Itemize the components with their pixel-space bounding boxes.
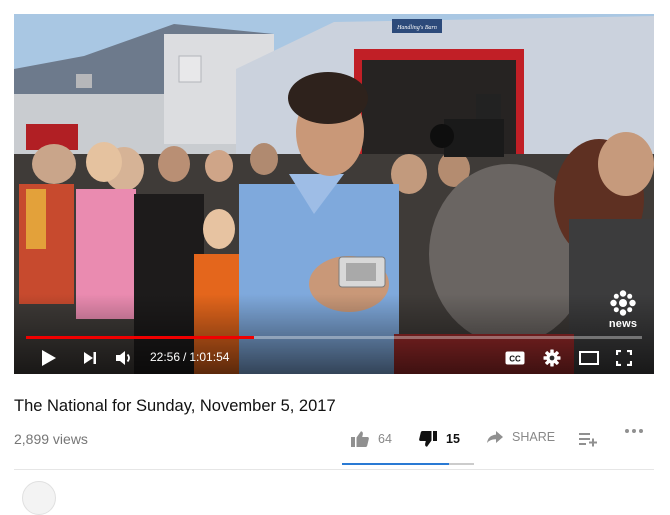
play-button[interactable] xyxy=(36,346,62,370)
time-separator: / xyxy=(183,350,187,364)
playlist-add-icon xyxy=(579,433,597,447)
theater-mode-button[interactable] xyxy=(576,346,602,370)
like-dislike-ratio-bar xyxy=(342,463,474,465)
share-button[interactable]: SHARE xyxy=(486,430,555,444)
time-display: 22:56/1:01:54 xyxy=(150,350,229,364)
cbc-gem-icon xyxy=(610,290,636,316)
cc-icon: CC xyxy=(505,351,525,365)
current-time: 22:56 xyxy=(150,350,181,364)
video-frame[interactable]: Handling's Barn xyxy=(14,14,654,374)
volume-button[interactable] xyxy=(112,346,136,370)
dislike-count: 15 xyxy=(446,432,460,446)
fullscreen-icon xyxy=(616,350,632,366)
gear-icon xyxy=(543,349,561,367)
barn-sign-text: Handling's Barn xyxy=(396,25,437,31)
progress-played xyxy=(26,336,254,339)
like-button[interactable]: 64 xyxy=(350,430,392,448)
section-divider xyxy=(14,469,654,470)
like-ratio-fill xyxy=(342,463,449,465)
share-arrow-icon xyxy=(487,431,503,443)
dislike-button[interactable]: 15 xyxy=(418,430,460,448)
duration: 1:01:54 xyxy=(189,350,230,364)
volume-icon xyxy=(116,351,130,365)
more-actions-button[interactable] xyxy=(624,428,644,434)
theater-icon xyxy=(579,351,599,365)
video-player[interactable]: Handling's Barn news 22:56 / 1:01:54 CC xyxy=(14,14,654,374)
thumbs-up-icon xyxy=(351,431,369,447)
thumbs-down-icon xyxy=(419,431,437,447)
next-button[interactable] xyxy=(78,346,102,370)
network-watermark: news xyxy=(603,289,643,333)
channel-avatar[interactable] xyxy=(22,481,56,515)
captions-button[interactable]: CC xyxy=(502,348,528,368)
view-count: 2,899 views xyxy=(14,431,88,447)
share-label: SHARE xyxy=(512,430,556,444)
settings-button[interactable] xyxy=(540,346,564,370)
play-icon xyxy=(42,350,56,366)
add-to-playlist-button[interactable] xyxy=(578,431,598,447)
next-icon xyxy=(84,352,96,364)
watermark-label: news xyxy=(608,318,638,330)
like-count: 64 xyxy=(378,432,392,446)
video-title: The National for Sunday, November 5, 201… xyxy=(14,397,336,415)
more-icon xyxy=(625,429,643,433)
fullscreen-button[interactable] xyxy=(612,346,636,370)
cc-label: CC xyxy=(509,354,521,363)
progress-bar[interactable] xyxy=(26,336,642,339)
